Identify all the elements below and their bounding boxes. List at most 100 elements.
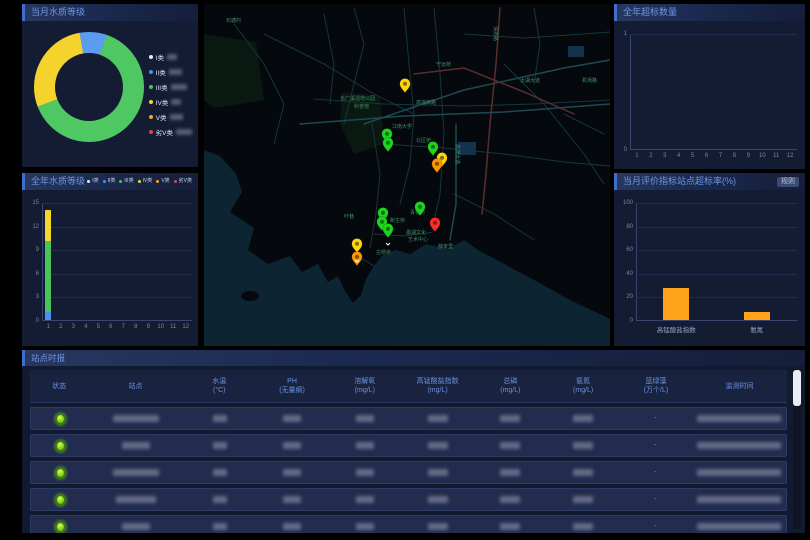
water-grade-donut-chart[interactable] [34,32,144,142]
legend-label: II类 [156,67,166,77]
col-header-label: 监测时间 [692,382,787,391]
cell-水温 [183,496,256,503]
y-tick-0: 0 [36,318,39,324]
exceed-rate-chart[interactable]: 高锰酸盐指数氨氮 020406080100 [636,203,797,321]
gridline-9 [42,250,192,251]
legend-item-劣V类[interactable]: 劣V类 [149,127,192,137]
legend-dot [138,180,141,183]
cell-氨氮 [546,442,619,449]
col-header-总磷: 总磷(mg/L) [474,377,547,395]
legend-item-III类[interactable]: III类 [119,173,133,190]
cell-溶解氧 [329,469,402,476]
stacked-bar-IV类-month-1[interactable] [45,210,51,241]
redacted-value [283,496,301,503]
table-scrollbar-track[interactable] [793,370,801,529]
city-map[interactable]: 石塘村宁远桥太湖大道机场路高浪西路长广溪湿地公园科普馆江南大学北区桥清扬路蠡湖大… [204,4,610,346]
col-header-unit: (无量纲) [256,386,329,395]
gridline-80 [636,227,797,228]
legend-item-II类[interactable]: II类 [149,67,192,77]
map-label-江南大学: 江南大学 [392,123,412,130]
cell-总磷 [474,442,547,449]
legend-dot [149,55,153,59]
legend-label: IV类 [143,173,153,190]
table-scrollbar-thumb[interactable] [793,370,801,406]
panel-title: 全年水质等级 [31,173,85,190]
y-tick-15: 15 [32,200,39,206]
table-row[interactable]: - [30,515,787,533]
x-tick-11: 11 [769,153,783,159]
legend-label: V类 [156,112,167,122]
redacted-value [428,496,448,503]
panel-month-exceed-rate-header: 当月评价指标站点超标率(%) 规则 [614,173,805,190]
legend-item-V类[interactable]: V类 [156,173,169,190]
redacted-timestamp [697,415,781,422]
x-tick-4: 4 [672,153,686,159]
table-row[interactable]: - [30,434,787,457]
map-label-高浪西路: 高浪西路 [416,99,436,106]
col-header-水温: 水温(°C) [183,377,256,395]
station-table-header-row: 状态站点水温(°C)PH(无量纲)溶解氧(mg/L)高锰酸盐指数(mg/L)总磷… [30,370,787,403]
legend-dot [149,70,153,74]
redacted-value [428,442,448,449]
y-tick-20: 20 [626,294,633,300]
panel-year-exceed-count: 全年超标数量 123456789101112 01 [614,4,805,169]
table-row[interactable]: - [30,407,787,430]
col-header-监测时间: 监测时间 [692,382,787,391]
redacted-value [213,442,227,449]
rate-bar-高锰酸盐指数[interactable] [663,288,689,320]
legend-dot [174,180,177,183]
map-label-蠡湖文化: 蠡湖文化 [406,229,426,236]
legend-item-劣V类[interactable]: 劣V类 [174,173,192,190]
legend-item-V类[interactable]: V类 [149,112,192,122]
x-tick-1: 1 [630,153,644,159]
x-tick-8: 8 [130,324,143,330]
y-tick-12: 12 [32,224,39,230]
map-label-北区桥: 北区桥 [416,137,431,144]
legend-item-I类[interactable]: I类 [149,52,192,62]
legend-label: IV类 [156,97,169,107]
redacted-station-name [113,469,159,476]
legend-item-I类[interactable]: I类 [87,173,98,190]
legend-item-II类[interactable]: II类 [103,173,116,190]
legend-dot [149,115,153,119]
legend-label: II类 [108,173,116,190]
legend-item-IV类[interactable]: IV类 [138,173,153,190]
year-grade-chart[interactable]: 123456789101112 03691215 [42,203,192,321]
redacted-timestamp [697,469,781,476]
cell-站点 [89,523,183,530]
map-island [241,291,259,301]
table-row[interactable]: - [30,461,787,484]
year-exceed-chart[interactable]: 123456789101112 01 [630,34,797,150]
cell-溶解氧 [329,442,402,449]
cell-站点 [89,469,183,476]
x-axis [42,320,192,321]
col-header-label: 站点 [88,382,183,391]
legend-item-IV类[interactable]: IV类 [149,97,192,107]
cell-站点 [89,496,183,503]
map-panel[interactable]: 石塘村宁远桥太湖大道机场路高浪西路长广溪湿地公园科普馆江南大学北区桥清扬路蠡湖大… [204,4,610,346]
cell-总磷 [474,469,547,476]
legend-dot [119,180,122,183]
table-row[interactable]: - [30,488,787,511]
gridline-1 [630,34,797,35]
map-label-石塘村: 石塘村 [226,17,241,24]
redacted-station-name [113,415,159,422]
rate-bar-氨氮[interactable] [744,312,770,320]
cell-高锰酸盐指数 [401,496,474,503]
stacked-bar-II类-month-1[interactable] [45,312,51,320]
cell-氨氮 [546,523,619,530]
col-header-站点: 站点 [88,382,183,391]
legend-label: III类 [156,82,168,92]
legend-item-III类[interactable]: III类 [149,82,192,92]
year-grade-legend: I类 II类III类 IV类V类劣V类 [87,173,192,190]
cell-蓝绿藻: - [619,523,692,530]
rules-link[interactable]: 规则 [777,177,799,187]
panel-title: 站点时报 [31,350,65,366]
legend-label: I类 [92,173,98,190]
cell-水温 [183,523,256,530]
redacted-timestamp [697,442,781,449]
stacked-bar-III类-month-1[interactable] [45,241,51,312]
cell-状态 [31,467,89,479]
legend-value-redacted [171,84,187,90]
cell-状态 [31,494,89,506]
